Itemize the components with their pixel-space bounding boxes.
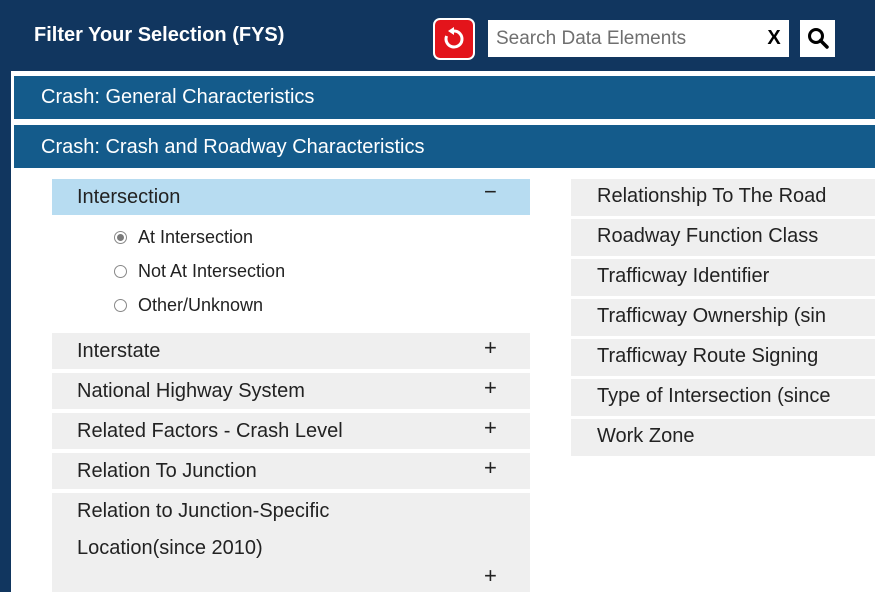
filter-item-label: Type of Intersection (since [597,385,831,407]
collapse-icon[interactable]: − [484,179,497,205]
reset-icon [444,27,464,49]
search-button[interactable] [800,20,835,57]
filter-item-label: Relation to Junction-Specific Location(s… [77,500,330,559]
radio-selected-icon[interactable] [114,231,127,244]
expand-icon[interactable]: + [484,415,497,441]
filter-item-label: Work Zone [597,425,695,447]
expand-icon[interactable]: + [484,563,497,589]
filter-item-type-of-intersection[interactable]: Type of Intersection (since [571,379,875,416]
filter-item-label: Trafficway Ownership (sin [597,305,826,327]
panel-border [0,71,11,592]
filter-item-intersection[interactable]: Intersection − [52,179,530,215]
expand-icon[interactable]: + [484,375,497,401]
filter-item-relation-to-junction[interactable]: Relation To Junction + [52,453,530,489]
filter-item-work-zone[interactable]: Work Zone [571,419,875,456]
filter-item-national-highway-system[interactable]: National Highway System + [52,373,530,409]
section-label: Crash: Crash and Roadway Characteristics [41,136,425,158]
filter-item-label: Roadway Function Class [597,225,819,247]
search-icon [808,28,829,49]
filter-item-trafficway-ownership[interactable]: Trafficway Ownership (sin [571,299,875,336]
filter-item-roadway-function-class[interactable]: Roadway Function Class [571,219,875,256]
filter-item-trafficway-identifier[interactable]: Trafficway Identifier [571,259,875,296]
clear-search-button[interactable]: X [760,20,788,57]
filter-item-label: Related Factors - Crash Level [77,420,343,442]
filter-item-relationship-to-the-road[interactable]: Relationship To The Road [571,179,875,216]
reset-button[interactable] [433,18,475,60]
search-input[interactable] [488,20,789,57]
radio-unselected-icon[interactable] [114,265,127,278]
filter-item-label: Relation To Junction [77,460,257,482]
filter-item-related-factors[interactable]: Related Factors - Crash Level + [52,413,530,449]
filter-header: Filter Your Selection (FYS) X [0,0,875,71]
section-crash-roadway-characteristics[interactable]: Crash: Crash and Roadway Characteristics [14,125,875,168]
filter-item-trafficway-route-signing[interactable]: Trafficway Route Signing [571,339,875,376]
radio-label: Not At Intersection [138,261,286,281]
filter-item-label: Trafficway Route Signing [597,345,819,367]
filter-item-label: National Highway System [77,380,305,402]
expand-icon[interactable]: + [484,455,497,481]
radio-label: Other/Unknown [138,295,264,315]
filter-item-label: Interstate [77,340,161,362]
filter-item-interstate[interactable]: Interstate + [52,333,530,369]
radio-label: At Intersection [138,227,254,247]
filter-item-label: Trafficway Identifier [597,265,770,287]
filter-item-label: Intersection [77,186,181,208]
filter-title: Filter Your Selection (FYS) [34,24,285,46]
section-label: Crash: General Characteristics [41,86,315,108]
filter-item-label: Relationship To The Road [597,185,827,207]
section-general-characteristics[interactable]: Crash: General Characteristics [14,76,875,119]
radio-unselected-icon[interactable] [114,299,127,312]
filter-item-relation-to-junction-specific[interactable]: Relation to Junction-Specific Location(s… [52,493,530,592]
expand-icon[interactable]: + [484,335,497,361]
